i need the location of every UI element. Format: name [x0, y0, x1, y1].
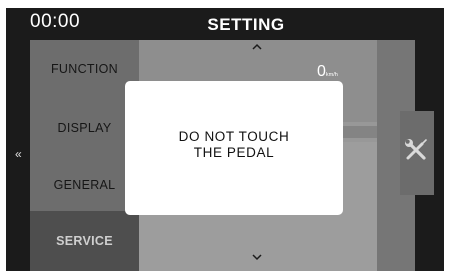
speed-unit: km/h — [325, 72, 338, 78]
chevron-up-icon[interactable] — [247, 40, 267, 55]
chevron-down-icon[interactable] — [247, 250, 267, 265]
settings-menu: FUNCTION DISPLAY GENERAL SERVICE — [30, 40, 139, 271]
page-title: SETTING — [207, 15, 285, 34]
content-strip — [339, 126, 377, 138]
back-button[interactable]: « — [15, 147, 22, 161]
menu-item-service[interactable]: SERVICE — [30, 211, 139, 271]
menu-item-function[interactable]: FUNCTION — [30, 62, 139, 76]
wrench-screwdriver-icon[interactable] — [402, 136, 430, 164]
clock: 00:00 — [30, 11, 81, 32]
menu-item-display[interactable]: DISPLAY — [30, 121, 139, 135]
warning-message: DO NOT TOUCH THE PEDAL — [178, 129, 290, 160]
setting-screen: 00:00 SETTING FUNCTION DISPLAY GENERAL S… — [6, 8, 444, 271]
header-bar: 00:00 SETTING — [6, 8, 444, 40]
warning-dialog: DO NOT TOUCH THE PEDAL — [125, 81, 343, 215]
menu-item-general[interactable]: GENERAL — [30, 178, 139, 192]
speed-value: 0 — [317, 63, 326, 80]
speed-readout: 0km/h — [317, 63, 338, 81]
